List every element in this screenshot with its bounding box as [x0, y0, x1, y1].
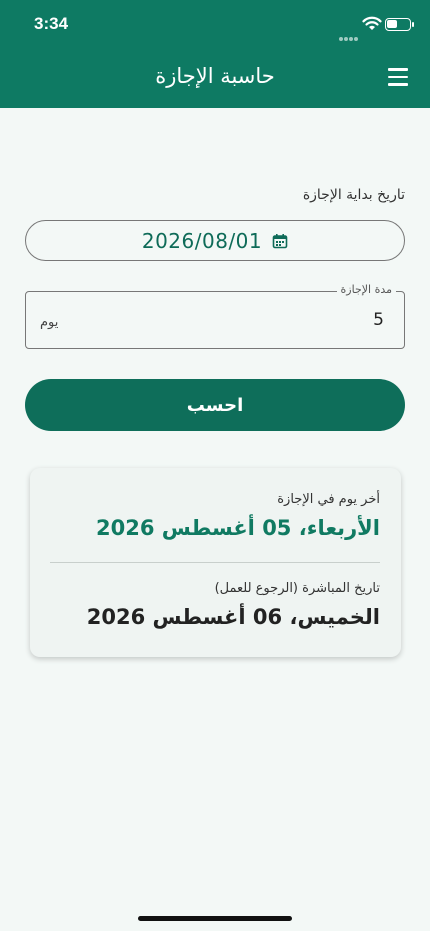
return-date-value: الخميس، 06 أغسطس 2026	[86, 605, 380, 629]
last-day-value: الأربعاء، 05 أغسطس 2026	[96, 516, 380, 540]
duration-label: مدة الإجازة	[336, 283, 396, 296]
hamburger-menu-icon[interactable]	[388, 68, 412, 88]
wifi-icon	[362, 16, 382, 30]
status-bar: 3:34	[0, 0, 430, 50]
start-date-value: 2026/08/01	[141, 228, 263, 253]
page-title: حاسبة الإجازة	[155, 64, 275, 88]
duration-input-value[interactable]: 5	[373, 310, 384, 330]
cellular-signal-icon	[339, 26, 359, 41]
result-card: أخر يوم في الإجازة الأربعاء، 05 أغسطس 20…	[30, 468, 401, 657]
start-date-field[interactable]: 2026/08/01	[25, 220, 405, 261]
last-day-label: أخر يوم في الإجازة	[277, 492, 380, 507]
home-indicator[interactable]	[138, 916, 292, 921]
start-date-label: تاريخ بداية الإجازة	[302, 187, 405, 203]
duration-field[interactable]: مدة الإجازة 5 يوم	[25, 283, 405, 349]
status-time: 3:34	[34, 14, 69, 33]
calendar-icon	[272, 233, 288, 248]
return-date-label: تاريخ المباشرة (الرجوع للعمل)	[214, 581, 380, 596]
calculate-button[interactable]: احسب	[25, 379, 405, 431]
battery-icon	[385, 18, 414, 31]
duration-unit-label: يوم	[40, 315, 59, 330]
result-divider	[50, 562, 380, 563]
app-header: 3:34 حاسبة الإجازة	[0, 0, 430, 108]
